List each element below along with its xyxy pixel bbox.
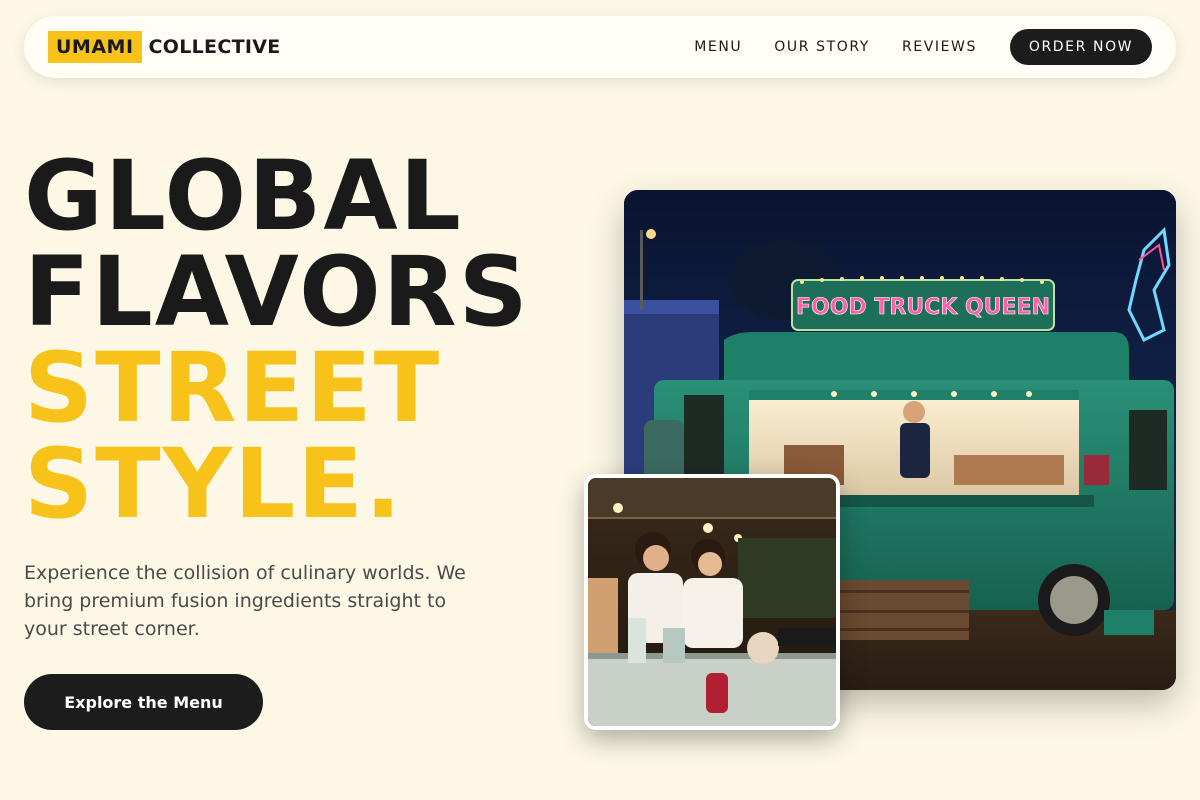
headline-line-street: STREET — [24, 332, 442, 444]
logo-text: COLLECTIVE — [148, 36, 281, 58]
headline-line-global: GLOBAL — [24, 140, 463, 252]
top-navbar: UMAMI COLLECTIVE MENU OUR STORY REVIEWS … — [24, 16, 1176, 78]
brand-logo[interactable]: UMAMI COLLECTIVE — [48, 31, 280, 63]
truck-sign-text: FOOD TRUCK QUEEN — [796, 295, 1050, 320]
nav-link-menu[interactable]: MENU — [694, 39, 742, 55]
headline-line-flavors: FLAVORS — [24, 236, 530, 348]
street-vendors-image — [584, 474, 840, 730]
hero-subtext: Experience the collision of culinary wor… — [24, 562, 466, 640]
nav-links: MENU OUR STORY REVIEWS ORDER NOW — [694, 29, 1152, 65]
nav-link-our-story[interactable]: OUR STORY — [774, 39, 870, 55]
headline-line-style: STYLE. — [24, 428, 404, 540]
hero-headline: GLOBAL FLAVORS STREET STYLE. — [24, 148, 530, 532]
nav-link-reviews[interactable]: REVIEWS — [902, 39, 977, 55]
order-now-button[interactable]: ORDER NOW — [1010, 29, 1152, 65]
logo-highlight: UMAMI — [48, 31, 142, 63]
explore-menu-button[interactable]: Explore the Menu — [24, 674, 263, 730]
